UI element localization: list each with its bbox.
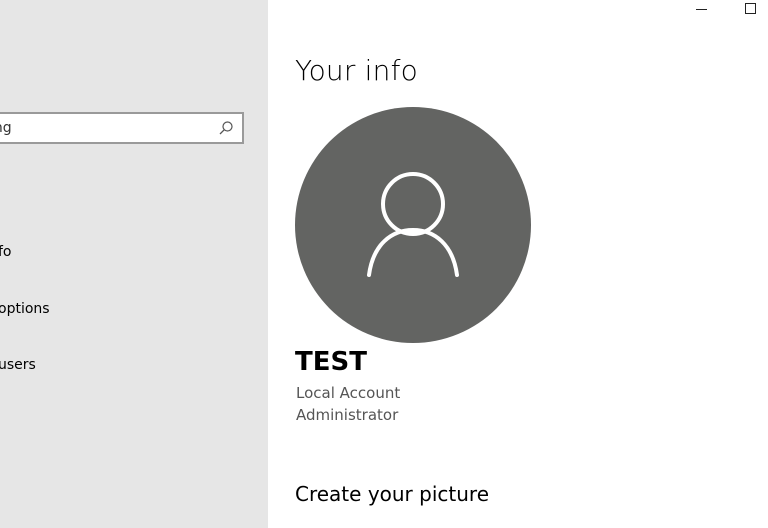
- user-name: TEST: [295, 347, 367, 377]
- create-picture-heading: Create your picture: [295, 482, 489, 506]
- sidebar-item-your-info[interactable]: fo: [0, 244, 12, 260]
- sidebar-item-label: fo: [0, 244, 12, 260]
- account-type: Local Account: [296, 384, 401, 402]
- maximize-button[interactable]: [738, 0, 762, 20]
- search-icon[interactable]: [218, 120, 234, 136]
- sidebar-item-label: options: [0, 301, 50, 317]
- search-box[interactable]: [0, 112, 244, 144]
- account-role: Administrator: [296, 406, 399, 424]
- sidebar: fo options users: [0, 0, 268, 528]
- sidebar-item-label: users: [0, 357, 36, 373]
- maximize-icon: [745, 3, 756, 14]
- search-input[interactable]: [0, 114, 210, 142]
- sidebar-item-other-users[interactable]: users: [0, 357, 36, 373]
- main-content: Your info TEST Local Account Administrat…: [268, 0, 768, 528]
- minimize-button[interactable]: [690, 0, 714, 20]
- minimize-icon: [696, 9, 707, 10]
- sidebar-item-sign-in-options[interactable]: options: [0, 301, 50, 317]
- person-icon: [367, 172, 459, 277]
- avatar: [295, 107, 531, 343]
- settings-window: fo options users Your info TEST Local Ac…: [0, 0, 768, 528]
- page-title: Your info: [295, 54, 418, 87]
- window-controls: [668, 0, 768, 20]
